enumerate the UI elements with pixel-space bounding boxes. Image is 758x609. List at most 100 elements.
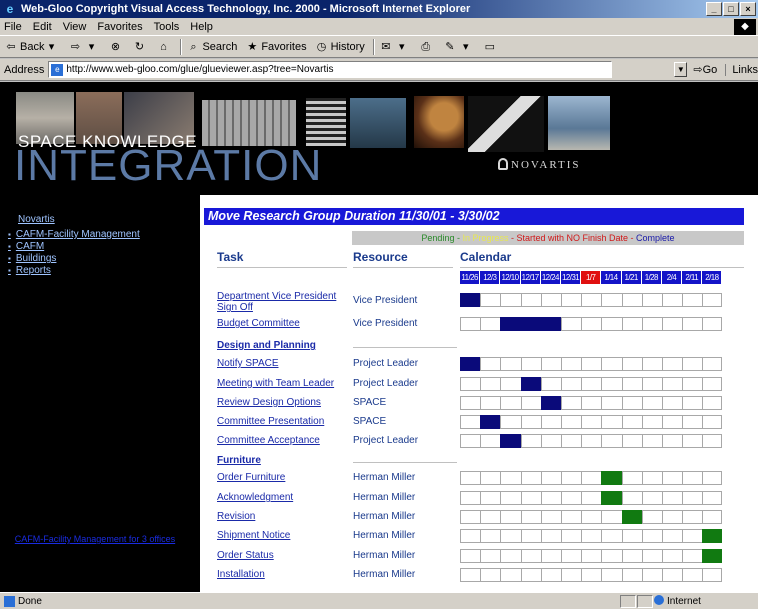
column-header-calendar: Calendar: [460, 250, 512, 264]
mail-button[interactable]: ✉ ▾: [379, 40, 411, 54]
calendar-cell: [480, 510, 501, 524]
calendar-cell: [661, 357, 683, 371]
section-link[interactable]: Furniture: [217, 455, 351, 466]
resource-label: Vice President: [353, 318, 418, 329]
calendar-cell: [581, 568, 602, 582]
calendar-cells: [460, 568, 723, 582]
favorites-button[interactable]: ★ Favorites: [245, 40, 306, 54]
go-button[interactable]: ⇨Go: [693, 63, 717, 76]
scheduled-cell: [540, 317, 561, 331]
task-link[interactable]: Department Vice President Sign Off: [217, 291, 351, 313]
stop-button[interactable]: ⊗: [108, 40, 124, 54]
menu-tools[interactable]: Tools: [154, 21, 180, 33]
minimize-button[interactable]: _: [706, 2, 722, 16]
task-link[interactable]: Order Furniture: [217, 472, 351, 483]
windows-logo-icon: ◆: [734, 19, 756, 35]
nav-footer-link[interactable]: CAFM-Facility Management for 3 offices: [10, 534, 180, 545]
chevron-down-icon[interactable]: ▾: [84, 40, 98, 54]
refresh-button[interactable]: ↻: [132, 40, 148, 54]
nav-link-buildings[interactable]: Buildings: [8, 253, 200, 265]
address-input[interactable]: e http://www.web-gloo.com/glue/glueviewe…: [48, 61, 613, 78]
menu-edit[interactable]: Edit: [33, 21, 52, 33]
calendar-date: 1/21: [621, 271, 642, 284]
calendar-cell: [641, 549, 662, 563]
calendar-cell: [641, 357, 662, 371]
calendar-cell: [601, 357, 622, 371]
task-link[interactable]: Meeting with Team Leader: [217, 378, 351, 389]
nav-link-novartis[interactable]: Novartis: [18, 214, 200, 226]
back-button[interactable]: ⇦ Back ▾: [4, 40, 60, 54]
calendar-cell: [581, 510, 602, 524]
close-button[interactable]: ×: [740, 2, 756, 16]
address-dropdown-button[interactable]: ▼: [674, 62, 688, 77]
task-link[interactable]: Revision: [217, 511, 351, 522]
forward-button[interactable]: ⇨ ▾: [68, 40, 100, 54]
chevron-down-icon[interactable]: ▾: [44, 40, 58, 54]
calendar-cell: [641, 293, 662, 307]
nav-link-cafm-facility-management[interactable]: CAFM-Facility Management: [8, 229, 200, 241]
address-label: Address: [4, 63, 45, 76]
scheduled-cell: [520, 377, 541, 391]
calendar-cell: [500, 357, 521, 371]
go-label: Go: [702, 64, 718, 76]
calendar-date: 1/28: [641, 271, 662, 284]
scheduled-cell: [520, 317, 541, 331]
links-button[interactable]: Links: [725, 63, 758, 76]
print-button[interactable]: ⎙: [419, 40, 435, 54]
toolbar-separator: [180, 38, 183, 55]
task-link[interactable]: Notify SPACE: [217, 358, 351, 369]
task-link[interactable]: Committee Presentation: [217, 416, 351, 427]
calendar-cell: [540, 293, 561, 307]
calendar-cell: [560, 529, 582, 543]
calendar-cell: [500, 549, 521, 563]
status-text: Done: [18, 595, 42, 607]
menu-file[interactable]: File: [4, 21, 22, 33]
calendar-cell: [480, 357, 501, 371]
menu-help[interactable]: Help: [190, 21, 213, 33]
scheduled-cell: [702, 529, 723, 543]
task-link[interactable]: Review Design Options: [217, 397, 351, 408]
home-button[interactable]: ⌂: [156, 40, 172, 54]
calendar-cell: [480, 434, 501, 448]
nav-link-reports[interactable]: Reports: [8, 265, 200, 277]
edit-button[interactable]: ✎ ▾: [443, 40, 475, 54]
resource-label: Herman Miller: [353, 569, 416, 580]
calendar-cell: [500, 396, 521, 410]
calendar-cell: [520, 471, 541, 485]
chevron-down-icon[interactable]: ▾: [459, 40, 473, 54]
task-link[interactable]: Acknowledgment: [217, 492, 351, 503]
discuss-button[interactable]: ▭: [483, 40, 499, 54]
history-button[interactable]: ◷ History: [315, 40, 365, 54]
novartis-wordmark: NOVARTIS: [511, 159, 581, 171]
calendar-cells: [460, 529, 723, 543]
calendar-cell: [702, 510, 723, 524]
nav-link-cafm[interactable]: CAFM: [8, 241, 200, 253]
menu-view[interactable]: View: [63, 21, 87, 33]
task-link[interactable]: Installation: [217, 569, 351, 580]
task-link[interactable]: Budget Committee: [217, 318, 351, 329]
calendar-date: 2/11: [682, 271, 703, 284]
resource-label: Herman Miller: [353, 550, 416, 561]
calendar-cell: [702, 396, 723, 410]
internet-zone-icon: [654, 595, 664, 605]
status-pane: [637, 595, 653, 608]
chevron-down-icon[interactable]: ▾: [395, 40, 409, 54]
calendar-cell: [661, 568, 683, 582]
menu-favorites[interactable]: Favorites: [97, 21, 142, 33]
calendar-cell: [460, 549, 481, 563]
search-button[interactable]: ⌕ Search: [186, 40, 237, 54]
calendar-cell: [601, 317, 622, 331]
task-link[interactable]: Committee Acceptance: [217, 435, 351, 446]
calendar-cell: [601, 396, 622, 410]
banner-title: INTEGRATION: [14, 141, 323, 190]
search-icon: ⌕: [190, 40, 197, 53]
maximize-button[interactable]: □: [723, 2, 739, 16]
calendar-cell: [621, 317, 642, 331]
calendar-cell: [581, 434, 602, 448]
section-divider: [353, 347, 457, 348]
calendar-cell: [641, 415, 662, 429]
task-link[interactable]: Shipment Notice: [217, 530, 351, 541]
calendar-date: 1/7: [581, 271, 602, 284]
section-link[interactable]: Design and Planning: [217, 340, 351, 351]
task-link[interactable]: Order Status: [217, 550, 351, 561]
